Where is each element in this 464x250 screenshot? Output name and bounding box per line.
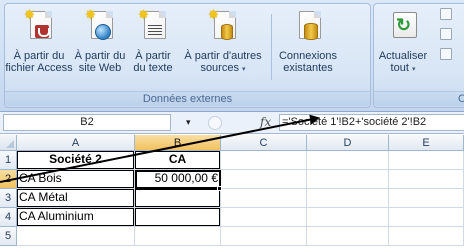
row-header-3[interactable]: 3 [0, 189, 17, 208]
group-separator [271, 14, 272, 80]
text-file-icon: ✸ [138, 8, 168, 44]
cell-a1[interactable]: Société 2 [17, 151, 135, 170]
cancel-icon[interactable] [208, 116, 222, 130]
cell-d3[interactable] [307, 189, 389, 208]
existing-connections-button[interactable]: Connexions existantes [273, 6, 343, 88]
cell-c4[interactable] [221, 208, 307, 227]
chevron-down-icon: ▾ [242, 66, 246, 73]
cell-c5[interactable] [221, 227, 307, 246]
cell-a5[interactable] [17, 227, 135, 246]
connections-group: Actualiser tout ▾ C [373, 3, 464, 108]
cell-e1[interactable] [389, 151, 464, 170]
cell-e5[interactable] [389, 227, 464, 246]
formula-bar: B2 ▾ fx ='Société 1'!B2+'société 2'!B2 [0, 112, 464, 134]
cell-c2[interactable] [221, 170, 307, 189]
from-text-button[interactable]: ✸ À partir du texte [129, 6, 177, 88]
cell-d2[interactable] [307, 170, 389, 189]
cell-e4[interactable] [389, 208, 464, 227]
cell-d1[interactable] [307, 151, 389, 170]
cell-b5[interactable] [135, 227, 221, 246]
group-label-truncated: C [374, 91, 464, 106]
cell-c1[interactable] [221, 151, 307, 170]
refresh-icon [388, 10, 418, 44]
chevron-down-icon[interactable]: ▾ [186, 114, 191, 131]
column-header-c[interactable]: C [221, 135, 307, 151]
cell-a4[interactable]: CA Aluminium [17, 208, 135, 227]
existing-connections-icon [293, 10, 323, 44]
insert-function-icon[interactable]: fx [260, 114, 271, 131]
refresh-all-button[interactable]: Actualiser tout ▾ [376, 6, 430, 88]
cell-b2[interactable]: 50 000,00 € [135, 170, 221, 189]
chevron-down-icon: ▾ [411, 66, 416, 73]
cell-b4[interactable] [135, 208, 221, 227]
select-all-button[interactable] [0, 135, 17, 151]
connections-icon[interactable] [440, 8, 452, 20]
from-access-button[interactable]: ✸ À partir du fichier Access [5, 6, 72, 88]
name-box[interactable]: B2 [3, 114, 171, 131]
cell-c3[interactable] [221, 189, 307, 208]
from-web-button[interactable]: ✸ À partir du site Web [71, 6, 129, 88]
row-header-4[interactable]: 4 [0, 208, 17, 227]
column-header-a[interactable]: A [17, 135, 135, 151]
external-data-group: ✸ À partir du fichier Access ✸ À partir … [4, 3, 371, 108]
fill-handle[interactable] [217, 186, 222, 191]
worksheet-grid: A B C D E 1 2 3 4 5 Société 2 CA CA Bois… [0, 135, 464, 250]
column-header-d[interactable]: D [307, 135, 389, 151]
group-label: Données externes [5, 91, 370, 106]
column-header-b[interactable]: B [135, 135, 221, 151]
other-sources-icon: ✸ [208, 8, 238, 44]
ribbon: ✸ À partir du fichier Access ✸ À partir … [0, 0, 464, 112]
row-header-2[interactable]: 2 [0, 170, 17, 189]
web-globe-icon: ✸ [85, 8, 115, 44]
cell-e2[interactable] [389, 170, 464, 189]
cell-d5[interactable] [307, 227, 389, 246]
column-header-e[interactable]: E [389, 135, 464, 151]
row-header-1[interactable]: 1 [0, 151, 17, 170]
cell-e3[interactable] [389, 189, 464, 208]
formula-input[interactable]: ='Société 1'!B2+'société 2'!B2 [279, 114, 464, 131]
cell-d4[interactable] [307, 208, 389, 227]
cell-a2[interactable]: CA Bois [17, 170, 135, 189]
row-header-5[interactable]: 5 [0, 227, 17, 246]
cell-b3[interactable] [135, 189, 221, 208]
properties-icon[interactable] [440, 28, 452, 40]
from-other-sources-button[interactable]: ✸ À partir d'autres sources ▾ [177, 6, 269, 88]
edit-links-icon[interactable] [440, 48, 452, 60]
cell-b1[interactable]: CA [135, 151, 221, 170]
cell-a3[interactable]: CA Métal [17, 189, 135, 208]
access-database-icon: ✸ [24, 8, 54, 44]
